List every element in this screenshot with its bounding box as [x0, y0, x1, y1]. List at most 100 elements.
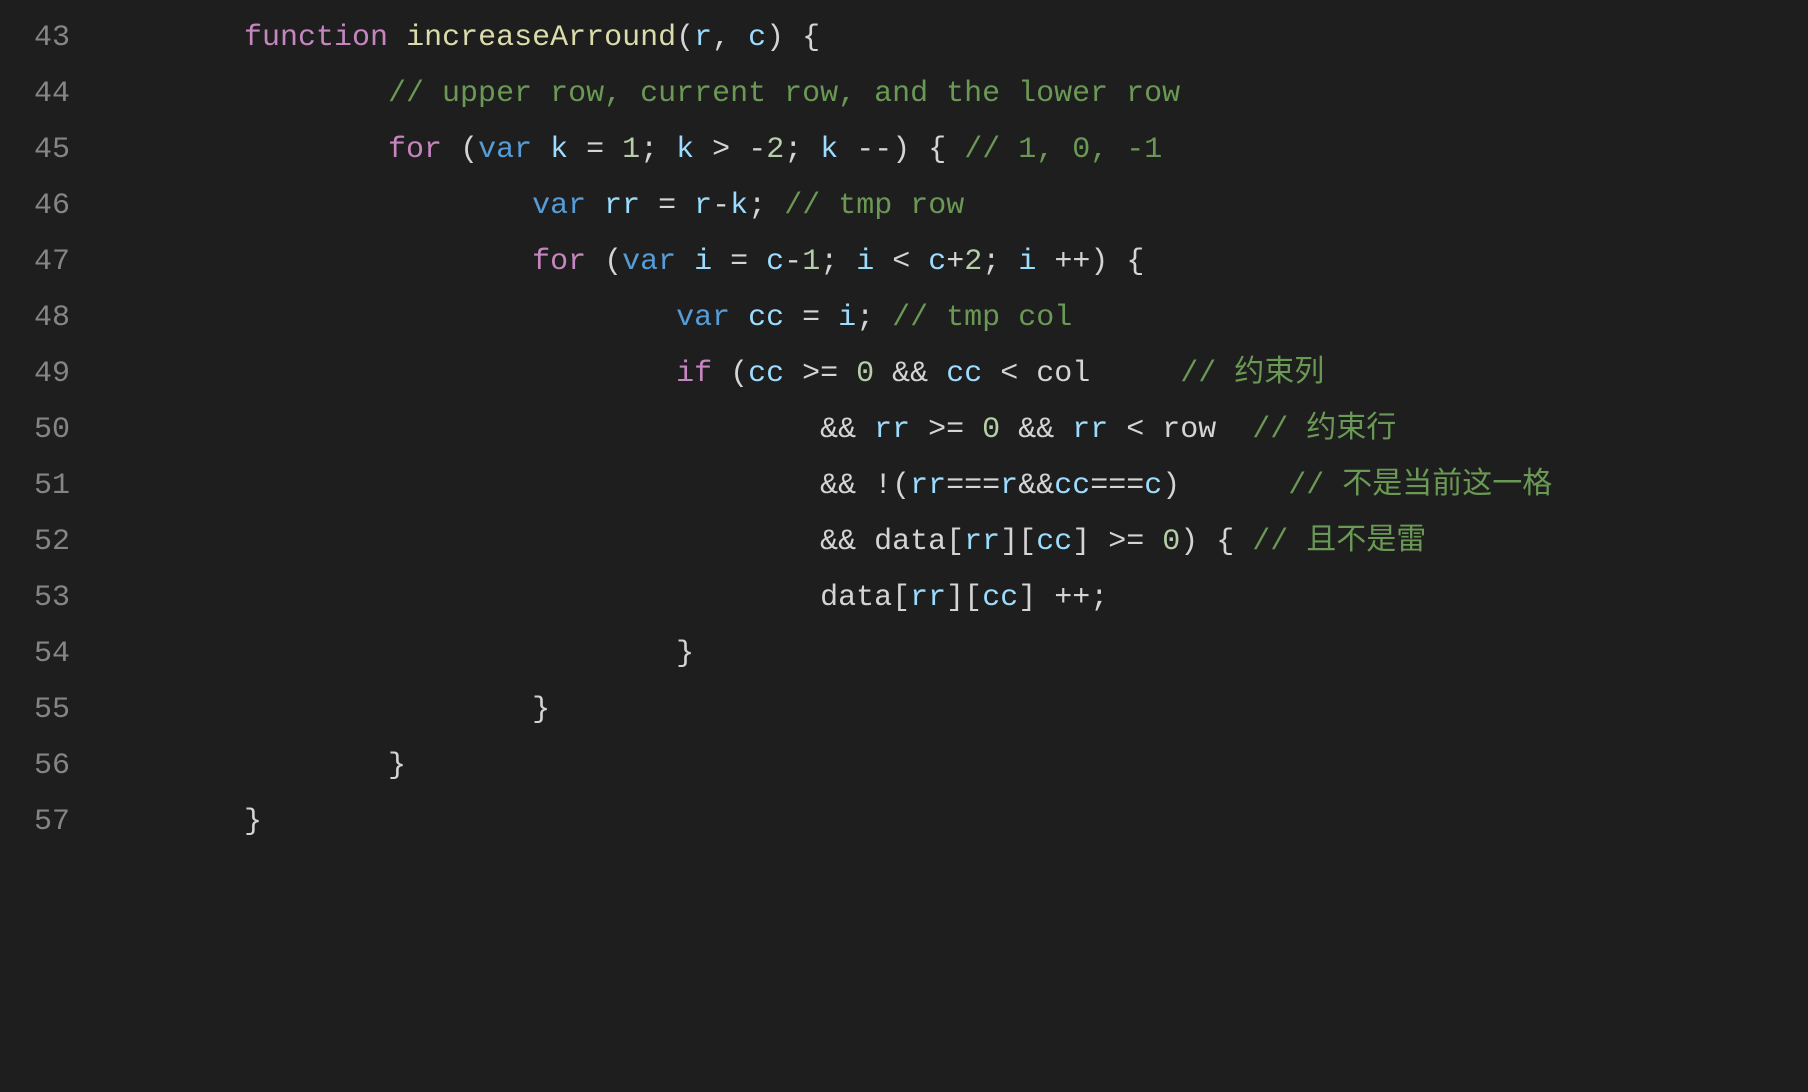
token-param: rr [910, 469, 946, 503]
code-line[interactable]: } [100, 738, 1808, 794]
token-punct: ][ [1000, 525, 1036, 559]
token-param: k [730, 189, 748, 223]
token-punct: ; [820, 245, 856, 279]
token-param: rr [874, 413, 910, 447]
token-param: k [820, 133, 838, 167]
token-op: - [712, 189, 730, 223]
token-op: - [784, 245, 802, 279]
token-comment: // 1, 0, -1 [964, 133, 1162, 167]
code-line[interactable]: if (cc >= 0 && cc < col // 约束列 [100, 346, 1808, 402]
token-punct: ( [730, 357, 748, 391]
token-comment: // upper row, current row, and the lower… [388, 77, 1180, 111]
code-line[interactable]: for (var i = c-1; i < c+2; i ++) { [100, 234, 1808, 290]
token-comment: // 约束列 [1180, 357, 1324, 391]
code-line[interactable]: var rr = r-k; // tmp row [100, 178, 1808, 234]
token-op: && [1000, 413, 1072, 447]
token-punct: ( [604, 245, 622, 279]
token-punct [1216, 413, 1252, 447]
token-op: && [874, 357, 946, 391]
code-line[interactable]: function increaseArround(r, c) { [100, 10, 1808, 66]
token-param: c [748, 21, 766, 55]
token-param: i [694, 245, 712, 279]
token-punct: ( [460, 133, 478, 167]
token-ident: data [874, 525, 946, 559]
token-punct [1090, 357, 1180, 391]
line-number-gutter: 434445464748495051525354555657 [0, 10, 100, 1092]
token-storage: var [478, 133, 550, 167]
token-keyword: for [388, 133, 460, 167]
code-editor[interactable]: 434445464748495051525354555657 function … [0, 0, 1808, 1092]
code-line[interactable]: var cc = i; // tmp col [100, 290, 1808, 346]
token-param: i [856, 245, 874, 279]
token-op: && [820, 413, 874, 447]
token-param: cc [748, 301, 784, 335]
code-line[interactable]: // upper row, current row, and the lower… [100, 66, 1808, 122]
token-param: rr [604, 189, 640, 223]
code-line[interactable]: && !(rr===r&&cc===c) // 不是当前这一格 [100, 458, 1808, 514]
line-number: 53 [0, 570, 70, 626]
token-param: r [694, 21, 712, 55]
token-param: k [676, 133, 694, 167]
token-comment: // 约束行 [1252, 413, 1396, 447]
token-param: r [1000, 469, 1018, 503]
code-line[interactable]: data[rr][cc] ++; [100, 570, 1808, 626]
token-num: 0 [982, 413, 1000, 447]
token-num: 1 [622, 133, 640, 167]
token-param: cc [982, 581, 1018, 615]
token-param: rr [1072, 413, 1108, 447]
code-line[interactable]: && data[rr][cc] >= 0) { // 且不是雷 [100, 514, 1808, 570]
token-op: < [982, 357, 1036, 391]
token-punct: ++) { [1036, 245, 1144, 279]
token-punct: ; [784, 133, 820, 167]
code-line[interactable]: for (var k = 1; k > -2; k --) { // 1, 0,… [100, 122, 1808, 178]
token-punct: } [676, 637, 694, 671]
token-punct: ; [748, 189, 784, 223]
token-punct: ; [856, 301, 892, 335]
line-number: 56 [0, 738, 70, 794]
token-param: c [928, 245, 946, 279]
token-param: i [1018, 245, 1036, 279]
token-comment: // 且不是雷 [1252, 525, 1426, 559]
token-param: rr [964, 525, 1000, 559]
token-op: === [946, 469, 1000, 503]
token-op: = [640, 189, 694, 223]
line-number: 51 [0, 458, 70, 514]
token-storage: var [622, 245, 694, 279]
token-punct: ) { [766, 21, 820, 55]
token-ident: data [820, 581, 892, 615]
token-keyword: for [532, 245, 604, 279]
line-number: 54 [0, 626, 70, 682]
token-storage: var [532, 189, 604, 223]
token-punct: ) [1162, 469, 1288, 503]
code-line[interactable]: && rr >= 0 && rr < row // 约束行 [100, 402, 1808, 458]
line-number: 44 [0, 66, 70, 122]
token-param: cc [946, 357, 982, 391]
code-line[interactable]: } [100, 626, 1808, 682]
token-param: c [1144, 469, 1162, 503]
code-line[interactable]: } [100, 682, 1808, 738]
code-area[interactable]: function increaseArround(r, c) { // uppe… [100, 10, 1808, 1092]
token-param: c [766, 245, 784, 279]
token-punct: [ [892, 581, 910, 615]
token-ident: row [1162, 413, 1216, 447]
token-op: > [694, 133, 748, 167]
token-punct: ][ [946, 581, 982, 615]
code-line[interactable]: } [100, 794, 1808, 850]
token-op: = [784, 301, 838, 335]
token-op: < [874, 245, 928, 279]
token-num: 2 [964, 245, 982, 279]
line-number: 46 [0, 178, 70, 234]
token-op: - [748, 133, 766, 167]
token-punct: } [388, 749, 406, 783]
token-keyword: if [676, 357, 730, 391]
token-punct: ( [676, 21, 694, 55]
token-ident: col [1036, 357, 1090, 391]
token-op: = [568, 133, 622, 167]
line-number: 57 [0, 794, 70, 850]
token-comment: // 不是当前这一格 [1288, 469, 1552, 503]
token-num: 0 [1162, 525, 1180, 559]
token-keyword: function [244, 21, 406, 55]
token-op: >= [784, 357, 856, 391]
token-comment: // tmp row [784, 189, 964, 223]
token-storage: var [676, 301, 748, 335]
